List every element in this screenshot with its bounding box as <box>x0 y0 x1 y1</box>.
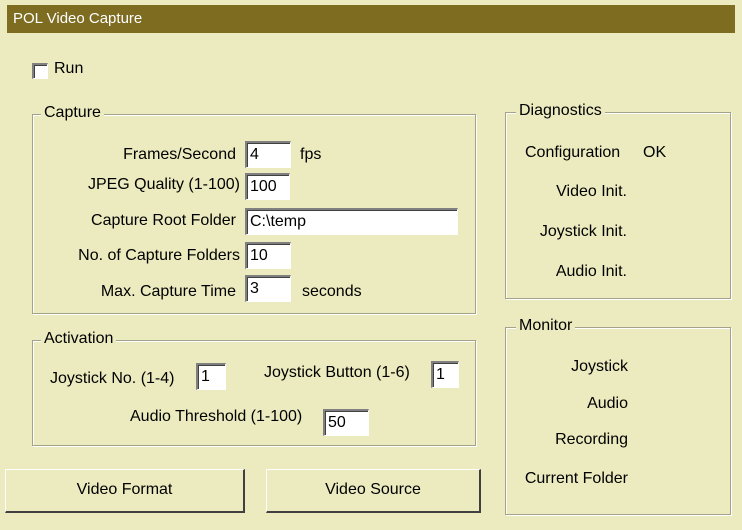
activation-group <box>32 340 476 446</box>
video-init-label: Video Init. <box>556 183 627 200</box>
window-titlebar: POL Video Capture <box>7 5 735 33</box>
monitor-recording-label: Recording <box>555 431 628 448</box>
jpeg-quality-input[interactable]: 100 <box>245 173 290 200</box>
monitor-current-folder-label: Current Folder <box>524 470 628 487</box>
frames-per-second-label: Frames/Second <box>123 146 236 163</box>
monitor-joystick-label: Joystick <box>571 358 628 375</box>
run-checkbox[interactable] <box>32 63 48 79</box>
audio-init-label: Audio Init. <box>555 263 627 280</box>
frames-per-second-unit: fps <box>300 146 322 163</box>
capture-legend: Capture <box>41 104 104 122</box>
window-title: POL Video Capture <box>13 10 143 27</box>
audio-threshold-input[interactable]: 50 <box>323 409 369 436</box>
capture-folders-count-label: No. of Capture Folders <box>78 247 240 264</box>
video-source-button[interactable]: Video Source <box>266 469 481 513</box>
joystick-number-input[interactable]: 1 <box>196 363 226 390</box>
monitor-audio-label: Audio <box>587 395 628 412</box>
capture-root-folder-input[interactable]: C:\temp <box>245 208 458 235</box>
configuration-status: OK <box>643 144 667 161</box>
joystick-number-label: Joystick No. (1-4) <box>50 370 175 387</box>
audio-threshold-label: Audio Threshold (1-100) <box>130 408 303 425</box>
joystick-init-label: Joystick Init. <box>539 223 627 240</box>
joystick-button-input[interactable]: 1 <box>431 361 459 388</box>
monitor-legend: Monitor <box>516 317 576 335</box>
video-format-button[interactable]: Video Format <box>5 469 245 513</box>
activation-legend: Activation <box>41 330 117 348</box>
max-capture-time-label: Max. Capture Time <box>100 283 236 300</box>
joystick-button-label: Joystick Button (1-6) <box>264 364 410 381</box>
capture-folders-count-input[interactable]: 10 <box>245 242 291 269</box>
run-label[interactable]: Run <box>54 59 83 79</box>
configuration-label: Configuration <box>525 144 621 161</box>
jpeg-quality-label: JPEG Quality (1-100) <box>87 176 240 193</box>
diagnostics-legend: Diagnostics <box>516 102 605 120</box>
max-capture-time-input[interactable]: 3 <box>245 275 291 302</box>
frames-per-second-input[interactable]: 4 <box>245 141 291 168</box>
capture-root-folder-label: Capture Root Folder <box>91 212 236 229</box>
max-capture-time-unit: seconds <box>302 283 362 300</box>
